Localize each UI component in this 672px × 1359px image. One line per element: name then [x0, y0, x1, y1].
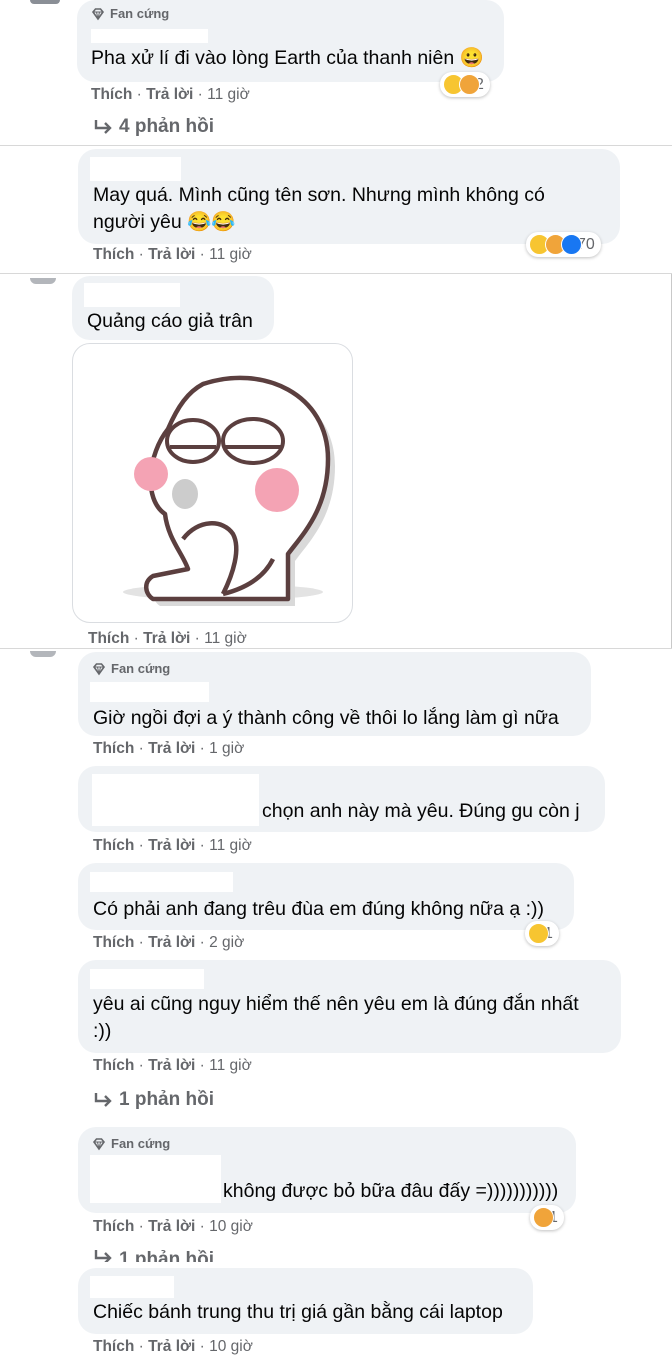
redacted-name — [90, 969, 204, 989]
redacted-name — [90, 157, 181, 181]
comment-bubble: Fan cứng Pha xử lí đi vào lòng Earth của… — [77, 0, 504, 82]
fan-badge-label: Fan cứng — [110, 6, 170, 21]
reply-arrow-icon — [94, 1250, 112, 1262]
comment-actions: Thích · Trả lời · 1 giờ — [93, 740, 245, 757]
avatar[interactable] — [30, 651, 56, 657]
like-link[interactable]: Thích — [88, 630, 129, 647]
timestamp[interactable]: 2 giờ — [209, 934, 244, 951]
comment-actions: Thích · Trả lời · 10 giờ — [93, 1338, 253, 1355]
comment-bubble: Fan cứng Giờ ngồi đợi a ý thành công về … — [78, 652, 591, 736]
like-emoji-icon — [561, 234, 582, 255]
comment-text-line2: :)) — [93, 1020, 112, 1042]
timestamp[interactable]: 10 giờ — [209, 1338, 253, 1355]
like-link[interactable]: Thích — [93, 934, 134, 951]
comment-text: Chiếc bánh trung thu trị giá gần bằng cá… — [93, 1301, 503, 1323]
redacted-name — [92, 774, 259, 826]
reply-link[interactable]: Trả lời — [148, 934, 195, 951]
fan-badge: Fan cứng — [91, 6, 169, 21]
comment-text: yêu ai cũng nguy hiểm thế nên yêu em là … — [93, 993, 579, 1015]
comment-actions: Thích · Trả lời · 11 giờ — [93, 1057, 252, 1074]
fan-badge: Fan cứng — [92, 661, 170, 676]
reaction-summary[interactable]: 1 — [530, 1205, 564, 1230]
comment-bubble: Có phải anh đang trêu đùa em đúng không … — [78, 863, 574, 930]
timestamp[interactable]: 11 giờ — [207, 86, 250, 103]
redacted-name — [90, 1155, 221, 1203]
haha-emoji-icon — [528, 923, 549, 944]
sad-emoji-icon — [533, 1207, 554, 1228]
reply-link[interactable]: Trả lời — [148, 1338, 195, 1355]
comment-text: không được bỏ bữa đâu đấy =))))))))))) — [223, 1180, 559, 1202]
timestamp[interactable]: 10 giờ — [209, 1218, 253, 1235]
like-link[interactable]: Thích — [93, 740, 134, 757]
reaction-summary[interactable]: 70 — [526, 232, 601, 257]
redacted-name — [90, 682, 209, 702]
diamond-icon — [92, 1137, 106, 1150]
reaction-summary[interactable]: 2 — [440, 72, 490, 97]
like-link[interactable]: Thích — [93, 246, 134, 263]
reply-link[interactable]: Trả lời — [148, 837, 195, 854]
sad-emoji-icon — [459, 74, 480, 95]
diamond-icon — [92, 662, 106, 675]
sticker-image[interactable] — [72, 343, 353, 623]
comment-bubble: May quá. Mình cũng tên sơn. Nhưng mình k… — [78, 149, 620, 244]
reply-arrow-icon — [94, 120, 112, 134]
timestamp[interactable]: 11 giờ — [204, 630, 247, 647]
reply-link[interactable]: Trả lời — [148, 1218, 195, 1235]
comment-actions: Thích · Trả lời · 11 giờ — [93, 837, 252, 854]
avatar[interactable] — [30, 0, 60, 4]
redacted-name — [91, 29, 208, 43]
comment-actions: Thích · Trả lời · 10 giờ — [93, 1218, 253, 1235]
comment-actions: Thích · Trả lời · 2 giờ — [93, 934, 245, 951]
view-replies[interactable]: 1 phản hồi — [93, 1089, 214, 1111]
like-link[interactable]: Thích — [93, 1057, 134, 1074]
comment-bubble: chọn anh này mà yêu. Đúng gu còn j — [78, 766, 605, 832]
comment-actions: Thích · Trả lời · 11 giờ — [93, 246, 252, 263]
fan-badge-label: Fan cứng — [111, 661, 171, 676]
redacted-name — [90, 1276, 174, 1298]
comment-text: chọn anh này mà yêu. Đúng gu còn j — [262, 800, 580, 822]
view-replies[interactable]: 4 phản hồi — [93, 116, 214, 138]
reply-arrow-icon — [94, 1093, 112, 1107]
reaction-summary[interactable]: 1 — [525, 921, 559, 946]
timestamp[interactable]: 11 giờ — [209, 837, 252, 854]
timestamp[interactable]: 11 giờ — [209, 246, 252, 263]
reply-link[interactable]: Trả lời — [148, 740, 195, 757]
like-link[interactable]: Thích — [91, 86, 132, 103]
reply-link[interactable]: Trả lời — [143, 630, 190, 647]
comment-text-line2: người yêu 😂😂 — [93, 211, 236, 233]
fan-badge: Fan cứng — [92, 1136, 170, 1151]
redacted-name — [90, 872, 233, 892]
comment-actions: Thích · Trả lời · 11 giờ — [91, 86, 250, 103]
comment-text: Giờ ngồi đợi a ý thành công về thôi lo l… — [93, 707, 559, 729]
comment-text: Pha xử lí đi vào lòng Earth của thanh ni… — [91, 47, 484, 69]
comment-actions: Thích · Trả lời · 11 giờ — [88, 630, 247, 647]
reply-link[interactable]: Trả lời — [146, 86, 193, 103]
like-link[interactable]: Thích — [93, 1218, 134, 1235]
reply-link[interactable]: Trả lời — [148, 1057, 195, 1074]
reply-link[interactable]: Trả lời — [148, 246, 195, 263]
fan-badge-label: Fan cứng — [111, 1136, 171, 1151]
comment-bubble: Chiếc bánh trung thu trị giá gần bằng cá… — [78, 1268, 533, 1334]
sticker-character — [123, 375, 335, 606]
timestamp[interactable]: 11 giờ — [209, 1057, 252, 1074]
like-link[interactable]: Thích — [93, 1338, 134, 1355]
comment-bubble: Fan cứng không được bỏ bữa đâu đấy =))))… — [78, 1127, 576, 1213]
like-link[interactable]: Thích — [93, 837, 134, 854]
comment-text: Quảng cáo giả trân — [87, 310, 253, 332]
comment-thread-4: Fan cứng Giờ ngồi đợi a ý thành công về … — [0, 649, 672, 1359]
timestamp[interactable]: 1 giờ — [209, 740, 244, 757]
comment-text: May quá. Mình cũng tên sơn. Nhưng mình k… — [93, 184, 545, 206]
comment-bubble: Quảng cáo giả trân — [72, 276, 274, 340]
comment-thread-1: Fan cứng Pha xử lí đi vào lòng Earth của… — [0, 0, 672, 145]
redacted-name — [84, 283, 180, 307]
avatar[interactable] — [30, 278, 56, 284]
comment-text: Có phải anh đang trêu đùa em đúng không … — [93, 898, 545, 920]
comment-thread-2: May quá. Mình cũng tên sơn. Nhưng mình k… — [0, 146, 672, 272]
view-replies[interactable]: 1 phản hồi — [93, 1249, 214, 1262]
comment-bubble: yêu ai cũng nguy hiểm thế nên yêu em là … — [78, 960, 621, 1053]
diamond-icon — [91, 7, 105, 20]
